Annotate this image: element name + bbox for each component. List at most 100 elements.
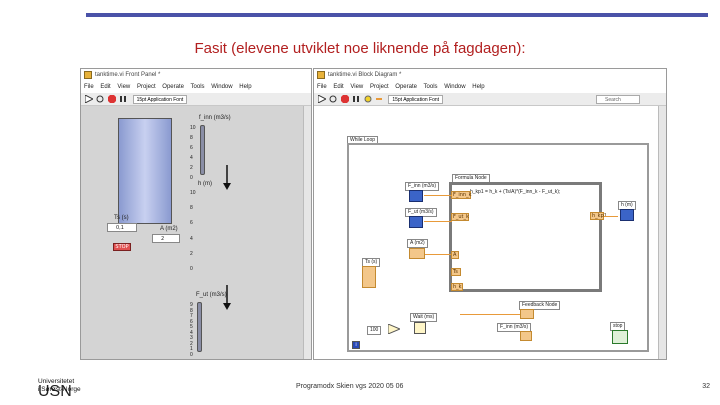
wire-f-ut bbox=[424, 221, 452, 222]
labview-app-icon bbox=[317, 71, 325, 79]
menu-window[interactable]: Window bbox=[444, 84, 465, 90]
iteration-terminal: i bbox=[352, 341, 360, 349]
feedback-node[interactable] bbox=[520, 309, 534, 319]
wire-f-inn bbox=[424, 195, 452, 196]
font-selector[interactable]: 15pt Application Font bbox=[388, 95, 444, 104]
f-inn-slider[interactable] bbox=[200, 125, 205, 175]
wait-function-icon[interactable] bbox=[414, 322, 426, 334]
menu-help[interactable]: Help bbox=[472, 84, 484, 90]
menu-window[interactable]: Window bbox=[211, 84, 232, 90]
formula-node[interactable]: h_kp1 = h_k + (Ts/A)*(F_inn_k - F_ut_k); bbox=[449, 182, 602, 292]
tick-label: 2 bbox=[190, 165, 193, 171]
abort-icon[interactable] bbox=[107, 95, 116, 103]
block-diagram-title: tanktime.vi Block Diagram * bbox=[328, 72, 402, 78]
run-continuous-icon[interactable] bbox=[96, 95, 104, 103]
front-panel-toolbar: 15pt Application Font bbox=[81, 93, 311, 106]
block-diagram-scrollbar[interactable] bbox=[658, 106, 666, 359]
menu-project[interactable]: Project bbox=[370, 84, 389, 90]
formula-text: h_kp1 = h_k + (Ts/A)*(F_inn_k - F_ut_k); bbox=[470, 189, 561, 195]
run-arrow-icon[interactable] bbox=[85, 95, 93, 103]
menu-tools[interactable]: Tools bbox=[191, 84, 205, 90]
labview-app-icon bbox=[84, 71, 92, 79]
f-inn-terminal-icon[interactable] bbox=[409, 190, 423, 202]
a-numeric-control[interactable]: 2 bbox=[152, 234, 180, 243]
a-terminal-icon[interactable] bbox=[409, 248, 425, 259]
font-selector[interactable]: 15pt Application Font bbox=[132, 95, 188, 104]
highlight-execution-icon[interactable] bbox=[364, 95, 372, 103]
h-kp1-tunnel: h_kp1 bbox=[590, 212, 607, 220]
university-name-line2: i Sørøst-Norge bbox=[38, 386, 81, 393]
search-input[interactable]: Search bbox=[596, 95, 640, 104]
front-panel-canvas[interactable] bbox=[81, 106, 311, 359]
ts-terminal-icon[interactable] bbox=[362, 266, 376, 288]
slide: Fasit (elevene utviklet noe liknende på … bbox=[0, 0, 720, 405]
tick-label: 0 bbox=[190, 266, 193, 272]
pause-icon[interactable] bbox=[119, 95, 127, 103]
multiply-icon bbox=[388, 324, 400, 334]
ts-numeric-control[interactable]: 0,1 bbox=[107, 223, 137, 232]
slide-title: Fasit (elevene utviklet noe liknende på … bbox=[194, 40, 526, 57]
page-number: 32 bbox=[702, 383, 710, 390]
wire-feedback bbox=[460, 314, 520, 315]
block-diagram-menubar: File Edit View Project Operate Tools Win… bbox=[314, 82, 666, 93]
menu-view[interactable]: View bbox=[117, 84, 130, 90]
menu-view[interactable]: View bbox=[350, 84, 363, 90]
f-ut-slider[interactable] bbox=[197, 302, 202, 352]
university-name-line1: Universitetet bbox=[38, 378, 75, 385]
abort-icon[interactable] bbox=[340, 95, 349, 103]
outflow-arrow-icon bbox=[223, 285, 231, 310]
tick-label: 6 bbox=[190, 145, 193, 151]
stop-button[interactable]: STOP bbox=[113, 243, 131, 251]
tick-label: 0 bbox=[190, 175, 193, 181]
h-terminal-icon bbox=[620, 209, 634, 221]
tick-label: 10 bbox=[190, 125, 196, 131]
menu-file[interactable]: File bbox=[84, 84, 94, 90]
ts-tunnel: Ts bbox=[451, 268, 461, 276]
run-continuous-icon[interactable] bbox=[329, 95, 337, 103]
f-inn-k-tunnel: F_inn_k bbox=[451, 191, 472, 199]
f-inn-label: f_inn (m3/s) bbox=[199, 115, 231, 121]
tick-label: 4 bbox=[190, 235, 193, 242]
run-arrow-icon[interactable] bbox=[318, 95, 326, 103]
menu-file[interactable]: File bbox=[317, 84, 327, 90]
menu-edit[interactable]: Edit bbox=[100, 84, 110, 90]
footer-text: Programodx Skien vgs 2020 05 06 bbox=[296, 383, 404, 390]
slide-top-bar bbox=[86, 13, 708, 17]
tick-label: 2 bbox=[190, 250, 193, 257]
front-panel-scrollbar[interactable] bbox=[303, 106, 311, 359]
menu-tools[interactable]: Tools bbox=[424, 84, 438, 90]
a-label: A (m2) bbox=[160, 226, 178, 232]
front-panel-window[interactable]: tanktime.vi Front Panel * File Edit View… bbox=[80, 68, 312, 360]
ts-label: Ts (s) bbox=[114, 215, 129, 221]
front-panel-menubar: File Edit View Project Operate Tools Win… bbox=[81, 82, 311, 93]
tick-label: 10 bbox=[190, 190, 196, 196]
tick-label: 8 bbox=[190, 205, 193, 212]
h-label: h (m) bbox=[198, 181, 212, 187]
stop-terminal-icon[interactable] bbox=[612, 330, 628, 344]
tick-label: 0 bbox=[190, 351, 193, 358]
menu-edit[interactable]: Edit bbox=[333, 84, 343, 90]
wait-label: Wait (ms) bbox=[410, 313, 438, 322]
inflow-arrow-icon bbox=[223, 165, 231, 190]
retain-wire-values-icon[interactable] bbox=[375, 95, 383, 103]
tick-label: 8 bbox=[190, 135, 193, 141]
a-tunnel: A bbox=[451, 251, 459, 259]
tick-label: 6 bbox=[190, 220, 193, 227]
block-diagram-toolbar: 15pt Application Font Search bbox=[314, 93, 666, 106]
f-ut-terminal-icon[interactable] bbox=[409, 216, 423, 228]
front-panel-titlebar[interactable]: tanktime.vi Front Panel * bbox=[81, 69, 311, 82]
f-ut-k-tunnel: F_ut_k bbox=[451, 213, 469, 221]
tick-label: 4 bbox=[190, 155, 193, 161]
pause-icon[interactable] bbox=[352, 95, 360, 103]
menu-operate[interactable]: Operate bbox=[395, 84, 417, 90]
tank-indicator bbox=[118, 118, 172, 224]
h-k-tunnel: h_k bbox=[451, 283, 463, 291]
menu-operate[interactable]: Operate bbox=[162, 84, 184, 90]
menu-help[interactable]: Help bbox=[239, 84, 251, 90]
menu-project[interactable]: Project bbox=[137, 84, 156, 90]
wire-h-out bbox=[604, 216, 618, 217]
university-name: Universitetet i Sørøst-Norge bbox=[38, 378, 81, 394]
block-diagram-titlebar[interactable]: tanktime.vi Block Diagram * bbox=[314, 69, 666, 82]
hundred-constant[interactable]: 100 bbox=[367, 326, 382, 335]
wire-a bbox=[425, 254, 451, 255]
